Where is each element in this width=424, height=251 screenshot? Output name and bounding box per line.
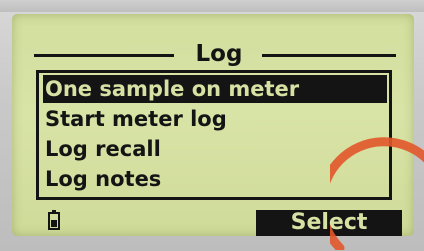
lcd-screen: Log One sample on meter Start meter log … <box>12 14 414 236</box>
menu-item-log-recall[interactable]: Log recall <box>43 135 161 163</box>
menu-item-log-notes[interactable]: Log notes <box>43 165 161 193</box>
title-rule-right <box>262 54 396 57</box>
bezel-top-edge <box>0 0 424 12</box>
title-rule-left <box>34 54 174 57</box>
page-title: Log <box>195 41 243 67</box>
battery-icon <box>48 210 60 230</box>
select-softkey-button[interactable]: Select <box>256 210 402 236</box>
log-title-row: Log <box>34 41 396 68</box>
menu-item-one-sample-on-meter[interactable]: One sample on meter <box>43 75 387 103</box>
status-bar: Select <box>34 206 402 236</box>
device-bezel: Log One sample on meter Start meter log … <box>0 0 424 251</box>
menu-item-start-meter-log[interactable]: Start meter log <box>43 105 227 133</box>
log-menu: One sample on meter Start meter log Log … <box>36 70 392 200</box>
